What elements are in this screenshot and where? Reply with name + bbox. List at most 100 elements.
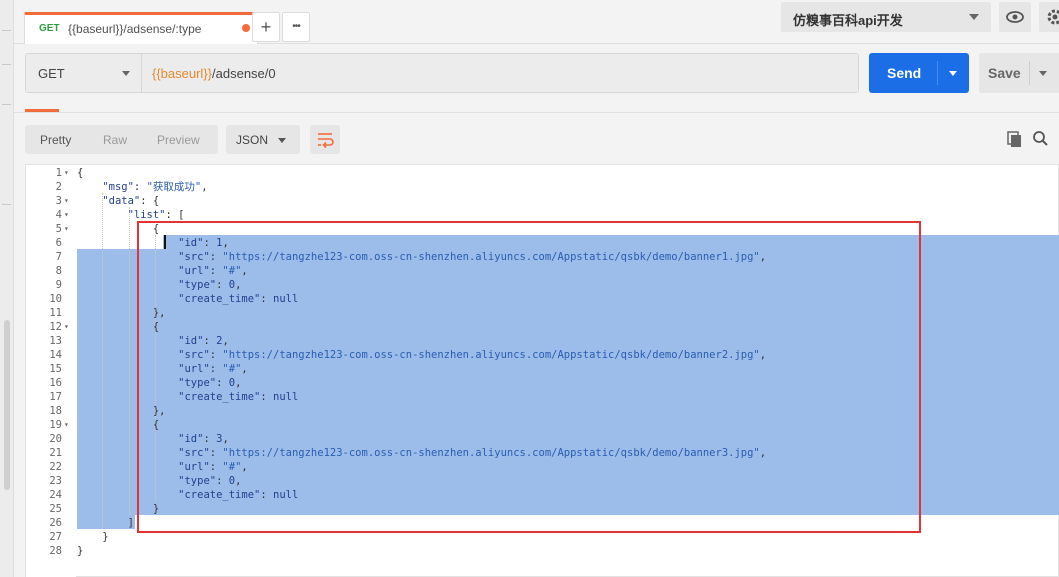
line-number: 26 — [49, 517, 62, 529]
code-token: "msg" — [102, 181, 134, 193]
send-label: Send — [887, 65, 922, 81]
line-number: 12 — [49, 321, 62, 333]
divider — [2, 104, 11, 105]
line-number: 9 — [55, 279, 62, 291]
code-line: "msg": "获取成功", — [77, 180, 208, 194]
send-button[interactable]: Send — [869, 53, 969, 93]
line-number: 27 — [49, 531, 62, 543]
unsaved-dot-icon — [242, 24, 250, 32]
url-path: /adsense/0 — [212, 66, 276, 81]
line-number: 7 — [55, 251, 62, 263]
line-number: 2 — [55, 181, 62, 193]
code-line: ] — [77, 516, 134, 530]
line-number: 17 — [49, 391, 62, 403]
code-token: "data" — [102, 195, 141, 207]
line-number: 4 — [55, 209, 62, 221]
tab-pretty[interactable]: Pretty — [40, 133, 71, 147]
code-token: "获取成功" — [146, 181, 202, 193]
wrap-lines-button[interactable] — [310, 125, 340, 154]
code-line: } — [77, 530, 109, 544]
line-number-gutter: 1 ▾ 2 3 ▾ 4 ▾ 5 ▾ 6 7 8 9 10 11 12 ▾ 13 14 15 16 17 18 19 ▾ 20 21 2… — [26, 165, 76, 577]
line-number: 16 — [49, 377, 62, 389]
line-number: 10 — [49, 293, 62, 305]
line-number: 8 — [55, 265, 62, 277]
tab-more-button[interactable]: ••• — [282, 12, 310, 42]
chevron-down-icon — [278, 138, 286, 143]
code-line: } — [77, 544, 83, 558]
settings-button[interactable] — [1039, 2, 1059, 32]
code-token: { — [77, 167, 84, 179]
tab-title: {{baseurl}}/adsense/:type — [68, 22, 202, 36]
url-variable: {{baseurl}} — [152, 66, 213, 81]
line-number: 19 — [49, 419, 62, 431]
code-token: : — [133, 181, 147, 193]
line-number: 11 — [49, 307, 62, 319]
line-number: 20 — [49, 433, 62, 445]
fold-toggle-icon[interactable]: ▾ — [64, 222, 72, 236]
format-label: JSON — [236, 133, 269, 147]
code-token: "list" — [127, 209, 166, 221]
line-number: 1 — [55, 167, 62, 179]
environment-quick-look-button[interactable] — [999, 2, 1031, 32]
copy-button[interactable] — [1004, 128, 1024, 148]
eye-icon — [1006, 11, 1024, 23]
divider — [2, 64, 11, 65]
line-number: 5 — [55, 223, 62, 235]
chevron-down-icon — [969, 14, 979, 20]
line-number: 3 — [55, 195, 62, 207]
highlight-annotation-box — [137, 221, 921, 533]
code-token: , — [201, 181, 208, 193]
tab-preview[interactable]: Preview — [157, 133, 200, 147]
line-number: 15 — [49, 363, 62, 375]
tab-method-label: GET — [39, 23, 60, 34]
gear-icon — [1047, 9, 1059, 25]
line-number: 21 — [49, 447, 62, 459]
wrap-icon — [318, 133, 334, 149]
environment-label: 仿糗事百科api开发 — [793, 13, 903, 28]
sidebar-scrollbar[interactable] — [4, 320, 10, 490]
method-select[interactable]: GET — [26, 54, 142, 92]
fold-toggle-icon[interactable]: ▾ — [64, 208, 72, 222]
view-mode-segmented: Pretty Raw Preview — [25, 125, 218, 154]
line-number: 28 — [49, 545, 62, 557]
code-token: : { — [140, 195, 160, 207]
line-number: 13 — [49, 335, 62, 347]
fold-toggle-icon[interactable]: ▾ — [64, 418, 72, 432]
line-number: 18 — [49, 405, 62, 417]
save-label: Save — [988, 65, 1021, 81]
new-tab-button[interactable]: + — [252, 12, 280, 42]
fold-toggle-icon[interactable]: ▾ — [64, 194, 72, 208]
method-label: GET — [38, 66, 65, 81]
divider — [14, 112, 1059, 113]
chevron-down-icon[interactable] — [949, 71, 957, 76]
format-select[interactable]: JSON — [226, 125, 300, 154]
code-line: "list": [ — [77, 208, 185, 222]
divider — [937, 61, 938, 85]
divider — [2, 30, 11, 31]
chevron-down-icon[interactable] — [1039, 71, 1047, 76]
url-input[interactable]: {{baseurl}}/adsense/0 — [142, 54, 858, 92]
chevron-down-icon — [122, 71, 130, 76]
copy-icon — [1007, 131, 1021, 147]
environment-select[interactable]: 仿糗事百科api开发 — [781, 2, 991, 32]
request-bar: GET {{baseurl}}/adsense/0 — [25, 53, 859, 93]
code-line: "data": { — [77, 194, 159, 208]
code-token: : [ — [165, 209, 185, 221]
search-button[interactable] — [1030, 128, 1050, 148]
fold-toggle-icon[interactable]: ▾ — [64, 320, 72, 334]
code-token: ] — [77, 517, 134, 529]
line-number: 25 — [49, 503, 62, 515]
code-token: } — [77, 545, 84, 557]
divider — [2, 204, 11, 205]
tab-raw[interactable]: Raw — [103, 133, 127, 147]
code-line: { — [77, 166, 83, 180]
code-token: } — [77, 531, 109, 543]
line-number: 24 — [49, 489, 62, 501]
request-tab[interactable]: GET {{baseurl}}/adsense/:type — [24, 12, 258, 44]
save-button[interactable]: Save — [979, 53, 1059, 93]
fold-toggle-icon[interactable]: ▾ — [64, 166, 72, 180]
left-sidebar-strip — [0, 0, 14, 577]
